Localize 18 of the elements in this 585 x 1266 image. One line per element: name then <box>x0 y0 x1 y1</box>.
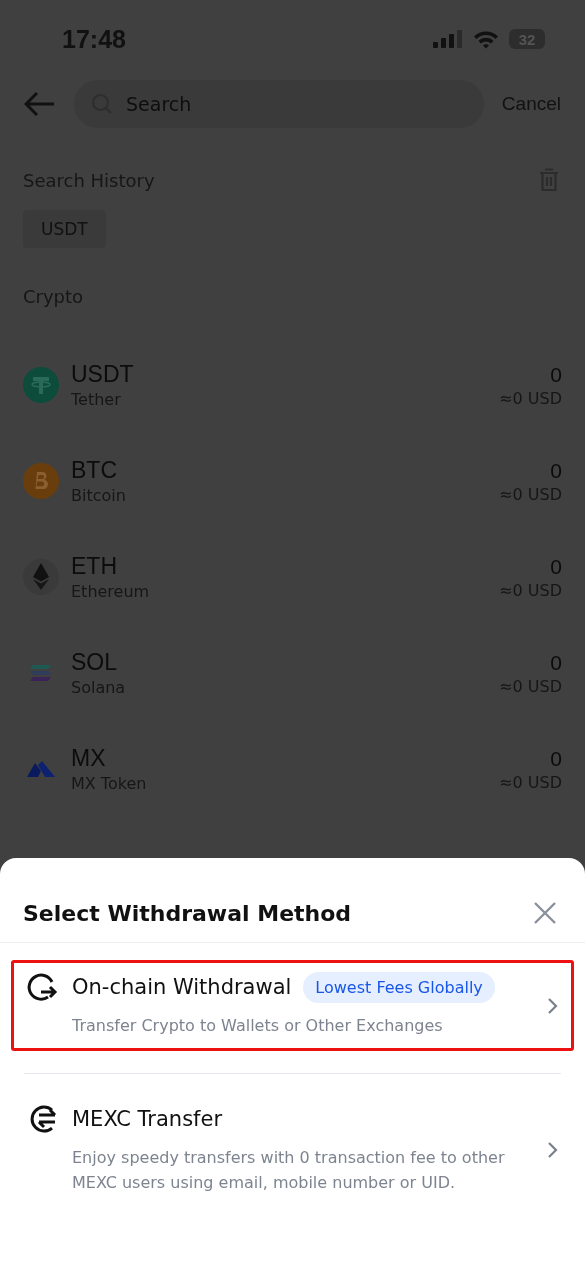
coin-icon <box>23 367 59 403</box>
sheet-title: Select Withdrawal Method <box>23 900 352 926</box>
wifi-icon <box>473 29 499 49</box>
circular-arrow-icon <box>26 971 58 1003</box>
signal-icon <box>433 30 463 48</box>
method-tag: Lowest Fees Globally <box>303 971 495 1003</box>
method-description: Enjoy speedy transfers with 0 transaction fee to other MEXC users using email, mobile number or UID. <box>72 1147 506 1194</box>
method-title: MEXC Transfer <box>72 1107 223 1131</box>
method-option[interactable]: On-chain Withdrawal Lowest Fees Globally Transfer Crypto to Wallets or Other Exchanges <box>11 960 574 1051</box>
back-arrow-icon[interactable] <box>24 91 56 117</box>
method-option[interactable]: MEXC Transfer Enjoy speedy transfers with 0 transaction fee to other MEXC users using email, mobile number or UID. <box>11 1092 574 1208</box>
method-description: Transfer Crypto to Wallets or Other Exchanges <box>72 1015 444 1037</box>
coin-icon <box>23 559 59 595</box>
method-title: On-chain Withdrawal <box>72 975 292 999</box>
chevron-right-icon <box>547 996 559 1015</box>
chevron-right-icon <box>547 1141 559 1159</box>
close-icon[interactable] <box>533 901 557 925</box>
coin-icon <box>23 463 59 499</box>
